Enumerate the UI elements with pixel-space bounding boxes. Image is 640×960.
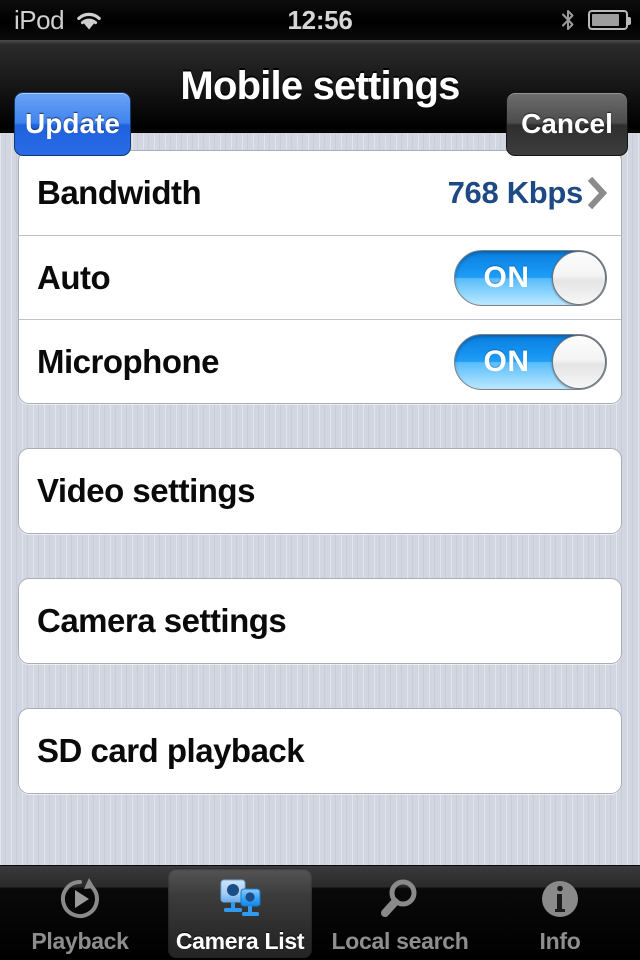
auto-toggle[interactable]: ON bbox=[454, 249, 607, 306]
sd-card-playback-card[interactable]: SD card playback bbox=[18, 708, 622, 794]
row-camera-settings[interactable]: Camera settings bbox=[19, 579, 621, 663]
settings-content: Bandwidth 768 Kbps Auto ON Microphone ON… bbox=[0, 134, 640, 866]
bluetooth-icon bbox=[560, 8, 576, 32]
auto-toggle-knob[interactable] bbox=[552, 250, 606, 305]
video-settings-label: Video settings bbox=[37, 472, 255, 509]
camera-settings-card[interactable]: Camera settings bbox=[18, 578, 622, 664]
row-video-settings[interactable]: Video settings bbox=[19, 449, 621, 533]
status-bar: iPod 12:56 bbox=[0, 0, 640, 40]
microphone-toggle[interactable]: ON bbox=[454, 333, 607, 390]
settings-group-card: Bandwidth 768 Kbps Auto ON Microphone ON bbox=[18, 150, 622, 404]
row-bandwidth-value: 768 Kbps bbox=[447, 175, 584, 210]
tab-local-search[interactable]: Local search bbox=[320, 866, 480, 960]
tab-camera-list[interactable]: Camera List bbox=[160, 866, 320, 960]
row-bandwidth-label: Bandwidth bbox=[37, 174, 202, 211]
navigation-bar: Update Mobile settings Cancel bbox=[0, 40, 640, 156]
cancel-button[interactable]: Cancel bbox=[506, 92, 628, 156]
tab-info[interactable]: Info bbox=[480, 866, 640, 960]
camera-list-icon bbox=[216, 875, 264, 923]
clock: 12:56 bbox=[287, 4, 353, 35]
tab-info-label: Info bbox=[539, 928, 581, 954]
row-microphone-label: Microphone bbox=[37, 342, 220, 380]
battery-fill bbox=[592, 14, 619, 26]
tab-camera-list-label: Camera List bbox=[175, 928, 305, 954]
tab-bar: Playback Camera List Local search Info bbox=[0, 865, 640, 960]
video-settings-card[interactable]: Video settings bbox=[18, 448, 622, 534]
playback-replay-icon bbox=[56, 875, 104, 923]
camera-settings-label: Camera settings bbox=[37, 602, 287, 639]
battery-icon bbox=[588, 10, 631, 30]
microphone-toggle-state: ON bbox=[483, 344, 530, 378]
info-circle-icon bbox=[536, 875, 584, 923]
search-magnifier-icon bbox=[376, 875, 424, 923]
chevron-right-icon bbox=[587, 177, 607, 209]
microphone-toggle-knob[interactable] bbox=[552, 334, 606, 389]
row-sd-card-playback[interactable]: SD card playback bbox=[19, 709, 621, 793]
tab-playback[interactable]: Playback bbox=[0, 866, 160, 960]
tab-playback-label: Playback bbox=[31, 928, 129, 954]
tab-local-search-label: Local search bbox=[331, 928, 469, 954]
status-bar-right bbox=[560, 0, 631, 40]
row-auto-label: Auto bbox=[37, 258, 111, 296]
app-screen: iPod 12:56 Update Mobile settings Cancel… bbox=[0, 0, 640, 960]
auto-toggle-state: ON bbox=[483, 260, 530, 294]
row-bandwidth[interactable]: Bandwidth 768 Kbps bbox=[19, 151, 621, 235]
row-auto[interactable]: Auto ON bbox=[19, 235, 621, 319]
sd-card-playback-label: SD card playback bbox=[37, 732, 305, 769]
row-microphone[interactable]: Microphone ON bbox=[19, 319, 621, 403]
